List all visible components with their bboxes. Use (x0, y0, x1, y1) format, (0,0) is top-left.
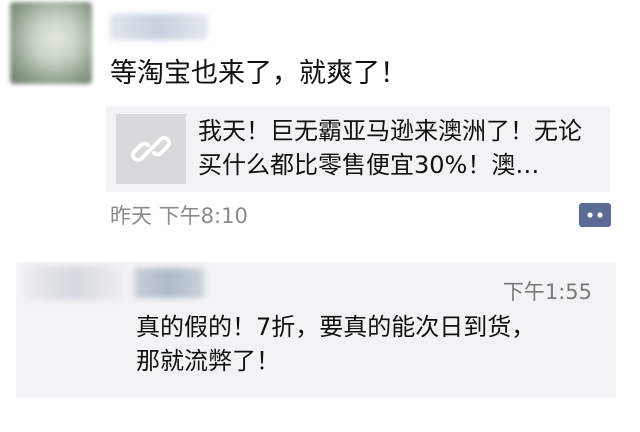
comment-timestamp: 下午1:55 (502, 280, 592, 304)
link-icon (131, 136, 171, 162)
comment-text[interactable]: 真的假的！7折，要真的能次日到货， 那就流弊了！ (136, 310, 606, 378)
shared-link-card[interactable]: 我天！巨无霸亚马逊来澳洲了！无论买什么都比零售便宜30%！澳… (106, 106, 610, 192)
post-timestamp: 昨天 下午8:10 (110, 204, 248, 228)
comment-bubble-shape (579, 203, 611, 227)
post-text: 等淘宝也来了，就爽了！ (110, 58, 407, 89)
comment-area: 下午1:55 真的假的！7折，要真的能次日到货， 那就流弊了！ (16, 262, 616, 398)
link-title: 我天！巨无霸亚马逊来澳洲了！无论买什么都比零售便宜30%！澳… (198, 117, 582, 179)
commenter-avatar-blurred[interactable] (26, 266, 122, 300)
comment-line: 真的假的！7折，要真的能次日到货， (136, 313, 536, 341)
comment-bubble-icon[interactable] (578, 202, 612, 228)
author-name-blurred[interactable] (110, 14, 208, 40)
author-avatar[interactable] (10, 2, 92, 84)
link-thumbnail (116, 114, 186, 184)
commenter-name-blurred[interactable] (134, 268, 204, 298)
comment-line: 那就流弊了！ (136, 347, 280, 375)
moments-screen: 等淘宝也来了，就爽了！ 我天！巨无霸亚马逊来澳洲了！无论买什么都比零售便宜30%… (0, 0, 640, 432)
